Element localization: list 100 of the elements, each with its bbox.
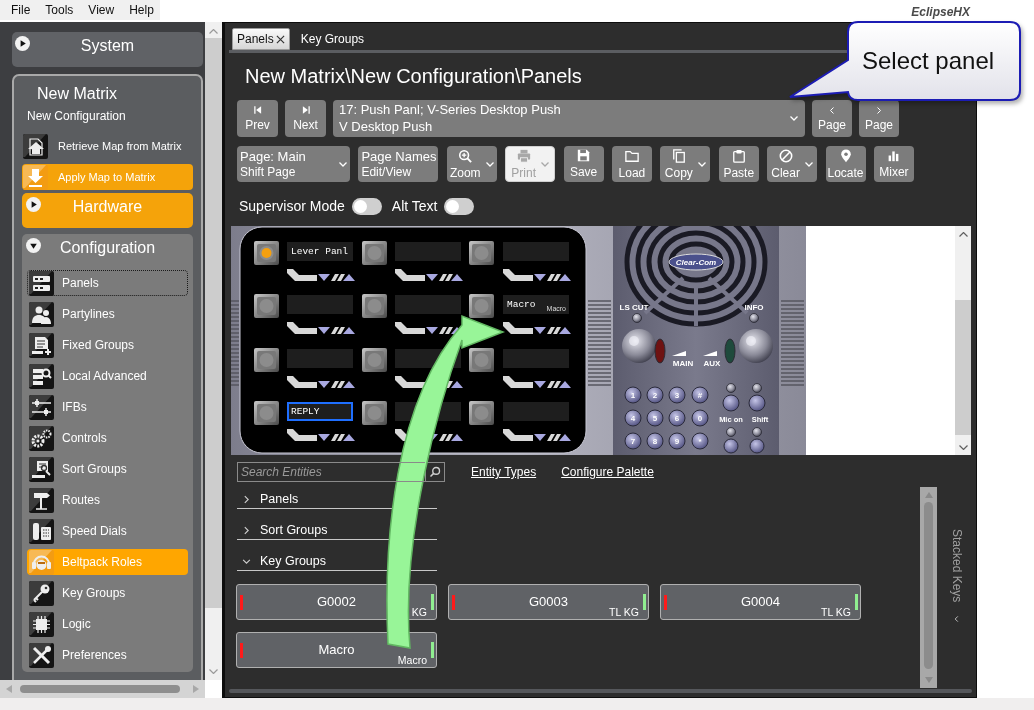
round-button[interactable] <box>752 427 762 437</box>
keypad-key[interactable]: 2 <box>646 386 664 404</box>
keypad-key[interactable]: # <box>691 386 709 404</box>
keypad-key[interactable]: 8 <box>646 432 664 450</box>
scrollbar[interactable] <box>920 487 937 688</box>
panel-key[interactable] <box>254 348 279 372</box>
keypad-key[interactable]: 9 <box>668 432 686 450</box>
toolbar-button[interactable]: Save <box>563 146 604 182</box>
keypad-key[interactable]: 4 <box>624 409 642 427</box>
menu-item[interactable]: Tools <box>45 2 74 18</box>
toolbar-button[interactable]: Zoom <box>446 146 497 182</box>
panel-select[interactable]: 17: Push Panl; V-Series Desktop Push V Desktop Push <box>333 100 805 137</box>
panel-key[interactable] <box>469 294 494 318</box>
panel-key[interactable] <box>254 241 279 265</box>
round-button[interactable] <box>723 438 739 454</box>
key-group-card[interactable]: G0003 TL KG <box>448 584 649 620</box>
link[interactable]: Entity Types <box>471 463 537 481</box>
toolbar-button[interactable]: Page: Main Shift Page <box>237 146 350 182</box>
round-button[interactable] <box>632 313 642 323</box>
scrollbar-thumb[interactable] <box>20 685 180 693</box>
section-header[interactable]: System <box>12 32 203 67</box>
side-tab[interactable]: Stacked Keys <box>949 529 964 603</box>
panel-key[interactable] <box>362 401 387 425</box>
keypad-key[interactable]: 1 <box>624 386 642 404</box>
sidebar-item[interactable]: Controls <box>27 425 188 451</box>
round-button[interactable] <box>752 383 762 393</box>
lever-icon <box>503 429 571 441</box>
chevron-right-icon <box>242 525 251 535</box>
round-button[interactable] <box>726 427 736 437</box>
tab[interactable]: Panels <box>232 28 290 50</box>
keypad-key[interactable]: 6 <box>668 409 686 427</box>
toolbar-button[interactable]: Copy <box>660 146 711 182</box>
keypad-key[interactable]: * <box>691 432 709 450</box>
scrollbar-thumb[interactable] <box>924 502 933 669</box>
action-item[interactable]: Retrieve Map from Matrix <box>22 133 193 159</box>
sidebar-item[interactable]: Sort Groups <box>27 456 188 482</box>
nav-button[interactable]: Prev <box>237 100 278 137</box>
sidebar-item[interactable]: Partylines <box>27 301 188 327</box>
sidebar-item[interactable]: Local Advanced <box>27 363 188 389</box>
key-group-card[interactable]: Macro Macro <box>236 632 437 668</box>
round-button[interactable] <box>748 394 766 412</box>
panel-key[interactable] <box>469 241 494 265</box>
panel-key[interactable] <box>362 294 387 318</box>
knob[interactable] <box>622 329 656 363</box>
sidebar-item[interactable]: Speed Dials <box>27 518 188 544</box>
key-display[interactable]: REPLY <box>287 402 353 421</box>
sidebar-item[interactable]: IFBs <box>27 394 188 420</box>
panel-key[interactable] <box>362 348 387 372</box>
scrollbar-thumb[interactable] <box>955 300 971 435</box>
keypad-key[interactable]: 0 <box>691 409 709 427</box>
download-icon <box>23 164 48 190</box>
knob[interactable] <box>739 329 773 363</box>
menu-item[interactable]: View <box>88 2 115 18</box>
round-button[interactable] <box>749 438 765 454</box>
key-display[interactable]: Lever Panl <box>287 242 353 261</box>
sidebar-item[interactable]: Preferences <box>27 642 188 668</box>
round-button[interactable] <box>722 394 740 412</box>
menu-item[interactable]: File <box>11 2 31 18</box>
close-icon[interactable] <box>275 34 285 44</box>
section-header[interactable]: Configuration <box>22 234 193 270</box>
toggle-switch[interactable] <box>444 197 475 215</box>
menu-item[interactable]: Help <box>129 2 154 18</box>
key-group-card[interactable]: G0004 TL KG <box>660 584 861 620</box>
page-button[interactable]: Page <box>859 100 899 137</box>
scrollbar[interactable] <box>955 226 971 455</box>
sidebar-item[interactable]: Logic <box>27 611 188 637</box>
keypad-key[interactable]: 7 <box>624 432 642 450</box>
toolbar-button[interactable]: Clear <box>767 146 818 182</box>
keypad-key[interactable]: 5 <box>646 409 664 427</box>
status-dot-icon <box>261 248 272 258</box>
keypad-key[interactable]: 3 <box>668 386 686 404</box>
panel-key[interactable] <box>254 294 279 318</box>
round-button[interactable] <box>749 313 759 323</box>
callout-text: Select panel <box>862 46 995 76</box>
sidebar-item[interactable]: Panels <box>27 270 188 296</box>
panel-key[interactable] <box>469 401 494 425</box>
sidebar-item[interactable]: Fixed Groups <box>27 332 188 358</box>
toolbar-button[interactable]: Mixer <box>873 146 914 182</box>
toolbar-button[interactable]: Paste <box>718 146 759 182</box>
document-plus-icon <box>29 332 54 358</box>
toolbar-button[interactable]: Locate <box>825 146 866 182</box>
sidebar-item[interactable]: Routes <box>27 487 188 513</box>
toggle-switch[interactable] <box>351 197 382 215</box>
round-button[interactable] <box>726 383 736 393</box>
link[interactable]: Configure Palette <box>561 463 654 481</box>
sidebar-item[interactable]: Key Groups <box>27 580 188 606</box>
toolbar-button[interactable]: Load <box>611 146 652 182</box>
scrollbar[interactable] <box>0 680 205 698</box>
search-field[interactable]: Search Entities <box>237 462 425 482</box>
panel-key[interactable] <box>254 401 279 425</box>
panel-key[interactable] <box>362 241 387 265</box>
circle-slash-icon <box>778 148 793 163</box>
people-icon <box>29 301 54 327</box>
nav-button[interactable]: Next <box>285 100 326 137</box>
tab[interactable]: Key Groups <box>296 28 369 50</box>
page-button[interactable]: Page <box>812 100 852 137</box>
panel-key[interactable] <box>469 348 494 372</box>
sliders-icon <box>29 394 54 420</box>
toolbar-button[interactable]: Page Names Edit/View <box>358 146 439 182</box>
card-title: G0002 <box>316 593 356 612</box>
